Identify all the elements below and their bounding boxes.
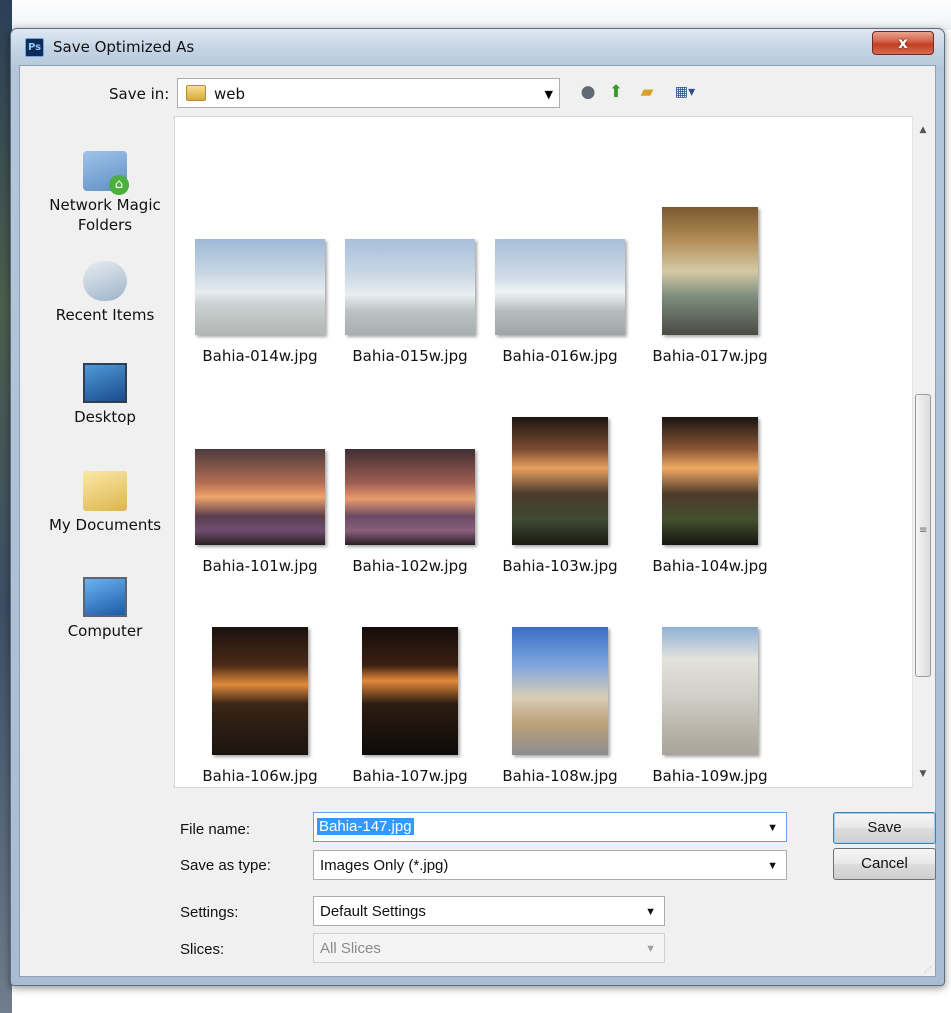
file-item[interactable]: Bahia-016w.jpg (485, 207, 635, 397)
file-name: Bahia-016w.jpg (502, 347, 618, 365)
grip-icon: ≡ (919, 525, 928, 536)
save-in-label: Save in: (109, 85, 170, 103)
thumbnail-image (345, 449, 475, 545)
desktop-icon (83, 363, 127, 403)
file-item[interactable]: Bahia-106w.jpg (185, 627, 335, 787)
file-item[interactable]: Bahia-017w.jpg (635, 207, 785, 397)
thumbnail-image (662, 207, 758, 335)
dialog-title: Save Optimized As (53, 38, 195, 56)
folder-icon (186, 85, 206, 101)
file-name: Bahia-104w.jpg (652, 557, 768, 575)
my-documents-icon (83, 471, 127, 511)
place-label: Network Magic Folders (49, 196, 161, 234)
file-item[interactable]: Bahia-107w.jpg (335, 627, 485, 787)
slices-value: All Slices (320, 940, 381, 957)
photoshop-app-icon: Ps (25, 38, 44, 57)
file-item[interactable]: Bahia-102w.jpg (335, 417, 485, 607)
slices-label: Slices: (180, 941, 225, 958)
thumbnail-image (195, 239, 325, 335)
file-name: Bahia-015w.jpg (352, 347, 468, 365)
file-name: Bahia-103w.jpg (502, 557, 618, 575)
file-name-value: Bahia-147.jpg (317, 818, 414, 835)
back-icon[interactable]: ● (575, 80, 601, 104)
place-label: Computer (67, 622, 143, 640)
file-item[interactable]: Bahia-108w.jpg (485, 627, 635, 787)
file-name: Bahia-106w.jpg (202, 767, 318, 785)
resize-grip-icon[interactable]: ⋰ (924, 965, 932, 974)
settings-select[interactable]: Default Settings ▼ (313, 896, 665, 926)
file-name: Bahia-017w.jpg (652, 347, 768, 365)
place-desktop[interactable]: Desktop (30, 363, 180, 427)
close-button[interactable]: x (872, 31, 934, 55)
file-list[interactable]: Bahia-014w.jpg Bahia-015w.jpg Bahia-016w… (174, 116, 920, 788)
cancel-button[interactable]: Cancel (833, 848, 936, 880)
save-button[interactable]: Save (833, 812, 936, 844)
chevron-down-icon: ▼ (767, 860, 778, 872)
save-as-type-label: Save as type: (180, 857, 271, 874)
place-my-documents[interactable]: My Documents (30, 471, 180, 535)
desktop-background-top (0, 0, 951, 30)
settings-value: Default Settings (320, 903, 426, 920)
places-bar: Network Magic Folders Recent Items Deskt… (30, 151, 180, 911)
file-name: Bahia-102w.jpg (352, 557, 468, 575)
file-name-input[interactable]: Bahia-147.jpg ▼ (313, 812, 787, 842)
place-label: My Documents (48, 516, 162, 534)
file-item[interactable]: Bahia-103w.jpg (485, 417, 635, 607)
file-item[interactable]: Bahia-101w.jpg (185, 417, 335, 607)
thumbnail-image (662, 417, 758, 545)
scroll-up-arrow-icon[interactable]: ▲ (913, 120, 933, 140)
vertical-scrollbar[interactable]: ▲ ≡ ▼ (912, 116, 932, 788)
file-item[interactable]: Bahia-109w.jpg (635, 627, 785, 787)
scroll-down-arrow-icon[interactable]: ▼ (913, 764, 933, 784)
thumbnail-image (495, 239, 625, 335)
slices-select: All Slices ▼ (313, 933, 665, 963)
up-folder-icon[interactable]: ⬆ (603, 80, 629, 104)
place-label: Recent Items (55, 306, 155, 324)
file-item[interactable]: Bahia-015w.jpg (335, 207, 485, 397)
thumbnail-image (195, 449, 325, 545)
save-as-type-value: Images Only (*.jpg) (320, 857, 449, 874)
thumbnail-image (362, 627, 458, 755)
file-name: Bahia-101w.jpg (202, 557, 318, 575)
save-in-value: web (214, 85, 246, 103)
save-as-type-select[interactable]: Images Only (*.jpg) ▼ (313, 850, 787, 880)
save-in-dropdown[interactable]: web ▼ (177, 78, 560, 108)
views-menu-icon[interactable]: ▦▾ (665, 80, 705, 104)
scrollbar-thumb[interactable]: ≡ (915, 394, 931, 677)
place-label: Desktop (74, 408, 136, 426)
thumbnail-image (512, 627, 608, 755)
recent-items-icon (83, 261, 127, 301)
computer-icon (83, 577, 127, 617)
place-computer[interactable]: Computer (30, 577, 180, 641)
chevron-down-icon[interactable]: ▼ (767, 822, 778, 834)
place-recent-items[interactable]: Recent Items (30, 261, 180, 325)
file-item[interactable]: Bahia-014w.jpg (185, 207, 335, 397)
file-name: Bahia-109w.jpg (652, 767, 768, 785)
chevron-down-icon: ▼ (544, 88, 553, 101)
settings-label: Settings: (180, 904, 239, 921)
chevron-down-icon: ▼ (645, 906, 656, 918)
file-name: Bahia-107w.jpg (352, 767, 468, 785)
file-item[interactable]: Bahia-104w.jpg (635, 417, 785, 607)
thumbnail-image (512, 417, 608, 545)
place-network-magic-folders[interactable]: Network Magic Folders (30, 151, 180, 235)
save-optimized-as-dialog: Ps Save Optimized As x Save in: web ▼ ● … (10, 28, 945, 986)
file-name: Bahia-014w.jpg (202, 347, 318, 365)
file-name-label: File name: (180, 821, 251, 838)
thumbnail-image (662, 627, 758, 755)
new-folder-icon[interactable]: ▰ (634, 80, 660, 104)
thumbnail-image (345, 239, 475, 335)
file-name: Bahia-108w.jpg (502, 767, 618, 785)
chevron-down-icon: ▼ (645, 943, 656, 955)
thumbnail-image (212, 627, 308, 755)
network-magic-folders-icon (83, 151, 129, 195)
dialog-client-area: Save in: web ▼ ● ⬆ ▰ ▦▾ Network Magic Fo… (19, 65, 936, 977)
title-bar[interactable]: Ps Save Optimized As x (11, 29, 944, 65)
